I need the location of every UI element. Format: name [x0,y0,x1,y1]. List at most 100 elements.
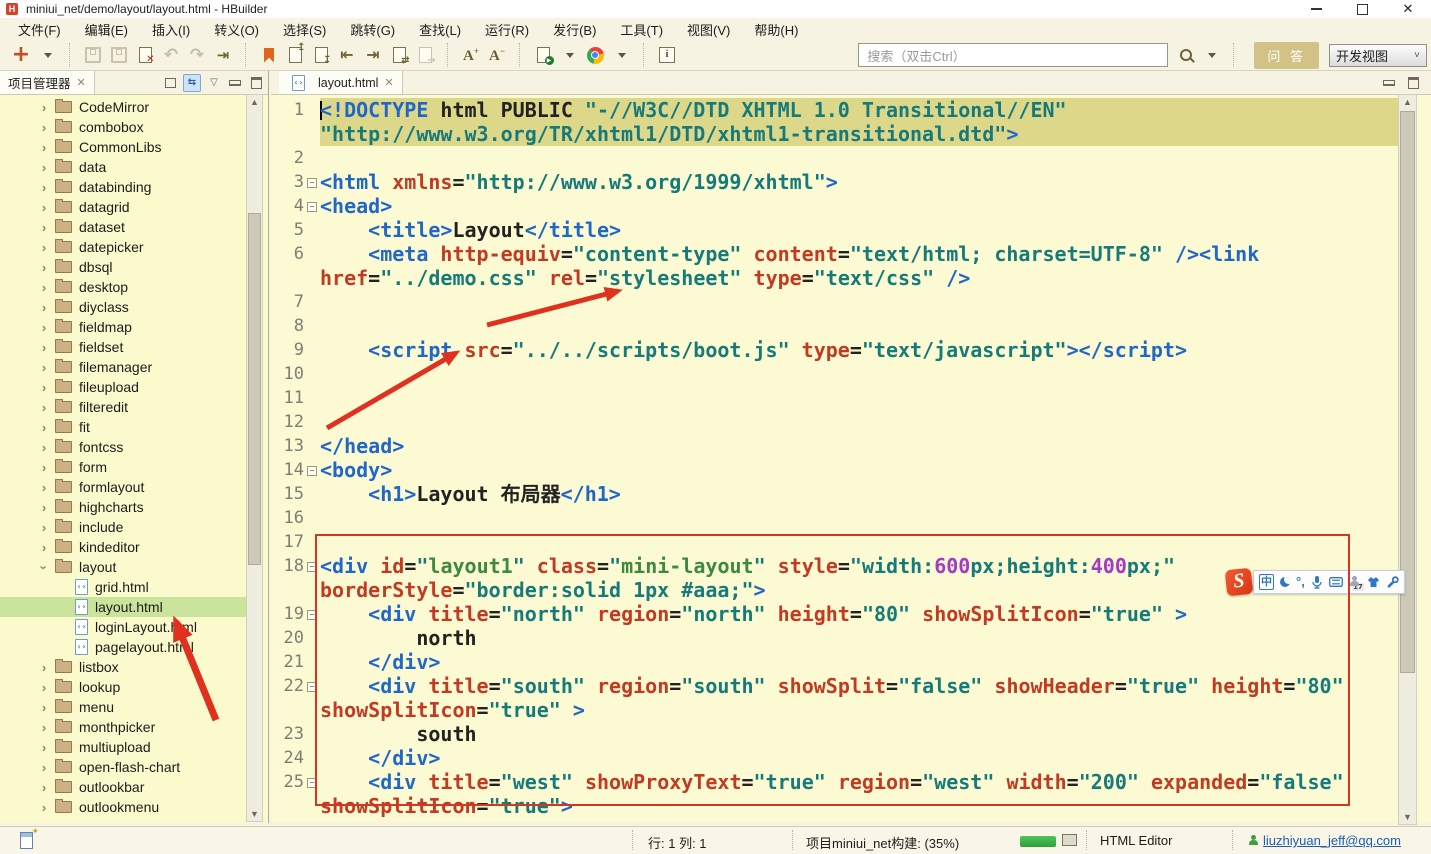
tree-item-diyclass[interactable]: › diyclass [0,297,248,317]
chevron-collapsed-icon[interactable]: › [38,520,50,535]
fold-marker-icon[interactable]: − [307,610,317,620]
chevron-collapsed-icon[interactable]: › [38,280,50,295]
tree-item-combobox[interactable]: › combobox [0,117,248,137]
chevron-collapsed-icon[interactable]: › [38,700,50,715]
view-menu-button[interactable]: ▽ [206,75,222,91]
tree-item-datagrid[interactable]: › datagrid [0,197,248,217]
menu-item-工具T[interactable]: 工具(T) [608,18,675,41]
chevron-collapsed-icon[interactable]: › [38,140,50,155]
code-line-25[interactable]: 25− <div title="west" showProxyText="tru… [271,770,1398,794]
chevron-collapsed-icon[interactable]: › [38,720,50,735]
next-doc-button[interactable]: → [412,42,438,68]
tree-item-monthpicker[interactable]: › monthpicker [0,717,248,737]
tree-item-open-flash-chart[interactable]: › open-flash-chart [0,757,248,777]
menu-item-运行R[interactable]: 运行(R) [473,18,541,41]
tab-project-manager[interactable]: 项目管理器 ✕ [0,71,95,94]
tree-item-formlayout[interactable]: › formlayout [0,477,248,497]
tree-item-outlookbar[interactable]: › outlookbar [0,777,248,797]
tree-item-filteredit[interactable]: › filteredit [0,397,248,417]
code-line-2[interactable]: 2 [271,146,1398,170]
close-button[interactable]: ✕ [1385,0,1431,18]
menu-item-查找L[interactable]: 查找(L) [407,18,473,41]
save-button[interactable] [80,42,106,68]
close-icon[interactable]: ✕ [384,76,393,89]
tree-item-dbsql[interactable]: › dbsql [0,257,248,277]
code-area[interactable]: 1 <!DOCTYPE html PUBLIC "-//W3C//DTD XHTM… [271,94,1398,823]
chevron-collapsed-icon[interactable]: › [38,340,50,355]
menu-item-发行B[interactable]: 发行(B) [541,18,608,41]
fold-marker-icon[interactable]: − [307,202,317,212]
tree-item-fileupload[interactable]: › fileupload [0,377,248,397]
tree-item-pagelayout.html[interactable]: ‹› pagelayout.html [0,637,248,657]
code-line-22[interactable]: 22− <div title="south" region="south" sh… [271,674,1398,698]
code-line-1-wrap[interactable]: "http://www.w3.org/TR/xhtml1/DTD/xhtml1-… [271,122,1398,146]
code-line-23[interactable]: 23 south [271,722,1398,746]
chevron-collapsed-icon[interactable]: › [38,800,50,815]
tree-item-multiupload[interactable]: › multiupload [0,737,248,757]
chevron-collapsed-icon[interactable]: › [38,460,50,475]
tree-item-grid.html[interactable]: ‹› grid.html [0,577,248,597]
fold-marker-icon[interactable]: − [307,778,317,788]
chinese-mode-icon[interactable]: 中 [1259,574,1274,590]
tab-layout-html[interactable]: ‹› layout.html ✕ [279,71,403,94]
chevron-collapsed-icon[interactable]: › [38,400,50,415]
fold-marker-icon[interactable]: − [307,466,317,476]
code-line-25-wrap[interactable]: showSplitIcon="true"> [271,794,1398,818]
chrome-dropdown[interactable] [608,42,634,68]
run-browser-button[interactable]: ▶ [530,42,556,68]
chevron-collapsed-icon[interactable]: › [38,360,50,375]
maximize-editor-button[interactable] [1405,75,1421,91]
collapse-all-button[interactable] [162,75,178,91]
fast-view-icon[interactable] [20,826,39,849]
undo-button[interactable]: ↶ [158,42,184,68]
tree-item-filemanager[interactable]: › filemanager [0,357,248,377]
fold-marker-icon[interactable]: − [307,178,317,188]
code-line-9[interactable]: 9 <script src="../../scripts/boot.js" ty… [271,338,1398,362]
import-doc-button[interactable]: ↥ [282,42,308,68]
tree-item-fieldmap[interactable]: › fieldmap [0,317,248,337]
chevron-collapsed-icon[interactable]: › [38,660,50,675]
tree-item-CommonLibs[interactable]: › CommonLibs [0,137,248,157]
fold-marker-icon[interactable]: − [307,562,317,572]
code-line-10[interactable]: 10 [271,362,1398,386]
chevron-collapsed-icon[interactable]: › [38,180,50,195]
menu-item-选择S[interactable]: 选择(S) [271,18,338,41]
layers-icon[interactable] [1062,831,1080,846]
code-line-22-wrap[interactable]: showSplitIcon="true" > [271,698,1398,722]
menu-item-转义O[interactable]: 转义(O) [202,18,271,41]
code-line-12[interactable]: 12 [271,410,1398,434]
menu-item-跳转G[interactable]: 跳转(G) [338,18,407,41]
jump-next-button[interactable]: ⇥ [360,42,386,68]
code-line-16[interactable]: 16 [271,506,1398,530]
chevron-collapsed-icon[interactable]: › [38,160,50,175]
chevron-collapsed-icon[interactable]: › [38,120,50,135]
tree-item-datepicker[interactable]: › datepicker [0,237,248,257]
code-line-21[interactable]: 21 </div> [271,650,1398,674]
redo-button[interactable]: ↷ [184,42,210,68]
maximize-panel-button[interactable] [248,75,264,91]
menu-item-帮助H[interactable]: 帮助(H) [742,18,810,41]
code-line-6[interactable]: 6 <meta http-equiv="content-type" conten… [271,242,1398,266]
tree-item-lookup[interactable]: › lookup [0,677,248,697]
chevron-collapsed-icon[interactable]: › [38,740,50,755]
code-line-24[interactable]: 24 </div> [271,746,1398,770]
tree-item-menu[interactable]: › menu [0,697,248,717]
search-input[interactable]: 搜索（双击Ctrl） [858,43,1169,67]
microphone-icon[interactable] [1311,575,1323,589]
search-dropdown[interactable] [1198,42,1224,68]
tree-item-data[interactable]: › data [0,157,248,177]
code-line-19[interactable]: 19− <div title="north" region="north" he… [271,602,1398,626]
chevron-collapsed-icon[interactable]: › [38,100,50,115]
menu-item-视图V[interactable]: 视图(V) [675,18,742,41]
chevron-collapsed-icon[interactable]: › [38,440,50,455]
scroll-up-icon[interactable]: ▲ [1399,97,1416,107]
tree-item-dataset[interactable]: › dataset [0,217,248,237]
chevron-collapsed-icon[interactable]: › [38,240,50,255]
new-file-dropdown[interactable] [34,42,60,68]
code-line-7[interactable]: 7 [271,290,1398,314]
chevron-collapsed-icon[interactable]: › [38,260,50,275]
chevron-collapsed-icon[interactable]: › [38,320,50,335]
moon-icon[interactable] [1280,577,1290,587]
editor-scrollbar[interactable]: ▲ ▼ [1398,94,1417,825]
tree-item-fontcss[interactable]: › fontcss [0,437,248,457]
